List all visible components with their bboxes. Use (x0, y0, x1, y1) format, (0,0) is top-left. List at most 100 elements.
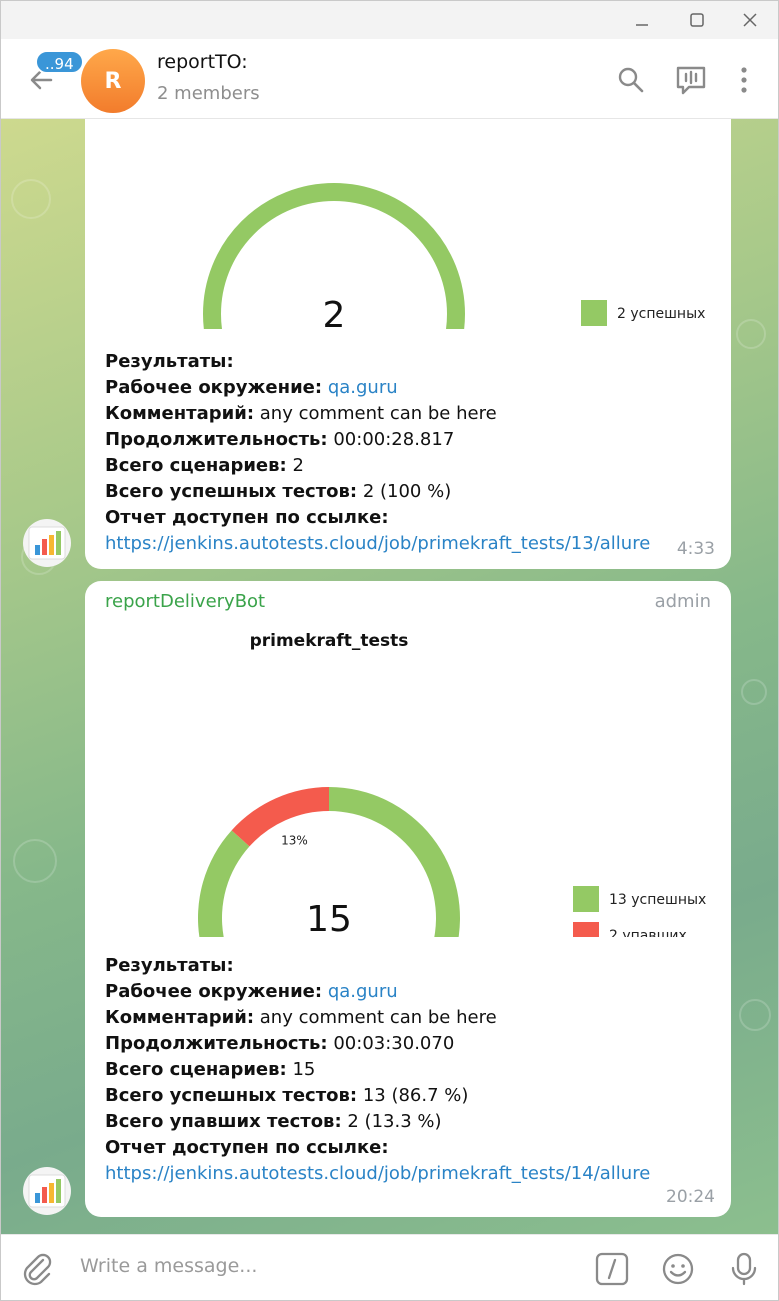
emoji-button[interactable] (659, 1250, 697, 1288)
report-line: Отчет доступен по ссылке: (105, 505, 497, 531)
minimize-icon (636, 24, 648, 26)
voice-chat-button[interactable] (674, 63, 708, 97)
report-line-value: 2 (286, 455, 304, 476)
app-window: ..94 R reportTO: 2 members 2 успешных 2 Р… (0, 0, 779, 1301)
legend-label: 2 успешных (617, 306, 705, 322)
bot-command-button[interactable] (593, 1250, 631, 1288)
voice-message-button[interactable] (725, 1250, 763, 1288)
bot-avatar[interactable] (23, 519, 71, 567)
search-button[interactable] (614, 63, 648, 97)
report-line-value: any comment can be here (254, 403, 497, 424)
report-link[interactable]: https://jenkins.autotests.cloud/job/prim… (105, 531, 650, 557)
close-button[interactable] (735, 7, 765, 33)
report-line: Рабочее окружение: qa.guru (105, 979, 497, 1005)
wallpaper-doodle (739, 999, 771, 1031)
report-line-label: Продолжительность: (105, 429, 328, 450)
emoji-icon (662, 1253, 694, 1285)
attach-icon (23, 1253, 52, 1286)
legend-label: 13 успешных (609, 892, 706, 908)
report-line-label: Всего успешных тестов: (105, 481, 358, 502)
report-line: Всего упавших тестов: 2 (13.3 %) (105, 1109, 497, 1135)
admin-badge: admin (654, 591, 711, 612)
environment-link[interactable]: qa.guru (322, 377, 398, 398)
report-line: Результаты: (105, 349, 497, 375)
report-line-label: Всего сценариев: (105, 455, 287, 476)
report-chart: primekraft_tests87%13 успешных13%2 упавш… (198, 631, 706, 937)
report-line-label: Продолжительность: (105, 1033, 328, 1054)
message-time: 4:33 (676, 539, 715, 559)
report-line-label: Результаты: (105, 351, 234, 372)
report-line-label: Всего сценариев: (105, 1059, 287, 1080)
report-line-label: Комментарий: (105, 403, 255, 424)
message-time: 20:24 (666, 1187, 715, 1207)
message-text: Результаты: Рабочее окружение: qa.guru Ком… (105, 349, 497, 531)
report-line-label: Отчет доступен по ссылке: (105, 1137, 389, 1158)
report-line: Всего сценариев: 2 (105, 453, 497, 479)
more-icon (741, 67, 747, 93)
report-line-label: Рабочее окружение: (105, 377, 323, 398)
report-line: Отчет доступен по ссылке: (105, 1135, 497, 1161)
chat-members-count: 2 members (157, 83, 260, 104)
message-bubble[interactable]: reportDeliveryBot admin primekraft_tests… (85, 581, 731, 1217)
report-line: Результаты: (105, 953, 497, 979)
chart-center-total: 15 (306, 899, 352, 937)
message-text: Результаты: Рабочее окружение: qa.guru Ком… (105, 953, 497, 1161)
report-line-value: 15 (286, 1059, 316, 1080)
report-link[interactable]: https://jenkins.autotests.cloud/job/prim… (105, 1161, 650, 1187)
chat-avatar[interactable]: R (81, 49, 145, 113)
legend-label: 2 упавших (609, 928, 687, 937)
maximize-icon (690, 13, 704, 27)
report-line-label: Результаты: (105, 955, 234, 976)
report-line-value: 2 (13.3 %) (341, 1111, 442, 1132)
report-line-label: Рабочее окружение: (105, 981, 323, 1002)
maximize-button[interactable] (682, 7, 712, 33)
report-line-label: Всего упавших тестов: (105, 1111, 342, 1132)
unread-badge: ..94 (35, 50, 84, 74)
wallpaper-doodle (741, 679, 767, 705)
close-icon (743, 13, 757, 27)
search-icon (618, 67, 644, 93)
report-line-value: any comment can be here (254, 1007, 497, 1028)
voice-chat-icon (676, 66, 706, 95)
title-bar (1, 1, 778, 39)
bot-command-icon (595, 1252, 629, 1286)
wallpaper-doodle (11, 179, 51, 219)
report-line: Всего успешных тестов: 13 (86.7 %) (105, 1083, 497, 1109)
report-line-label: Отчет доступен по ссылке: (105, 507, 389, 528)
chat-history[interactable]: 2 успешных 2 Результаты: Рабочее окружение… (1, 119, 778, 1234)
report-line-label: Комментарий: (105, 1007, 255, 1028)
bar-chart-icon (28, 1174, 66, 1208)
chat-title[interactable]: reportTO: (157, 51, 248, 73)
report-line-label: Всего успешных тестов: (105, 1085, 358, 1106)
chat-header: ..94 R reportTO: 2 members (1, 39, 778, 119)
report-line: Рабочее окружение: qa.guru (105, 375, 497, 401)
wallpaper-doodle (13, 839, 57, 883)
more-button[interactable] (727, 63, 761, 97)
message-input[interactable]: Write a message... (80, 1255, 257, 1277)
legend-swatch (581, 300, 607, 326)
report-line-value: 00:00:28.817 (327, 429, 455, 450)
sender-name[interactable]: reportDeliveryBot (105, 591, 265, 612)
report-chart: 2 успешных 2 (203, 183, 705, 329)
legend-swatch (573, 886, 599, 912)
report-line-value: 2 (100 %) (357, 481, 452, 502)
pie-percent-label: 13% (281, 833, 308, 847)
bot-avatar[interactable] (23, 1167, 71, 1215)
message-composer: Write a message... (1, 1234, 778, 1300)
minimize-button[interactable] (627, 7, 657, 33)
report-line: Продолжительность: 00:00:28.817 (105, 427, 497, 453)
report-line: Комментарий: any comment can be here (105, 401, 497, 427)
legend-swatch (573, 922, 599, 937)
wallpaper-doodle (736, 319, 766, 349)
bar-chart-icon (28, 526, 66, 560)
report-line: Комментарий: any comment can be here (105, 1005, 497, 1031)
chart-title: primekraft_tests (250, 631, 409, 651)
report-line: Продолжительность: 00:03:30.070 (105, 1031, 497, 1057)
report-line: Всего успешных тестов: 2 (100 %) (105, 479, 497, 505)
report-line: Всего сценариев: 15 (105, 1057, 497, 1083)
attach-button[interactable] (19, 1250, 57, 1288)
environment-link[interactable]: qa.guru (322, 981, 398, 1002)
report-line-value: 00:03:30.070 (327, 1033, 455, 1054)
chart-center-total: 2 (323, 295, 346, 329)
message-bubble[interactable]: 2 успешных 2 Результаты: Рабочее окружение… (85, 119, 731, 569)
